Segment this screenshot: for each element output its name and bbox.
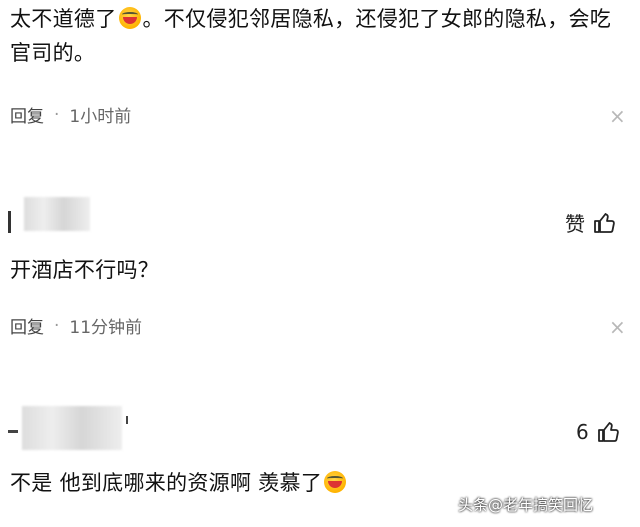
like-button[interactable]: 赞: [565, 208, 617, 237]
close-icon[interactable]: ×: [609, 106, 626, 126]
separator-dot: ·: [54, 104, 60, 125]
thumbs-up-icon: [597, 422, 619, 442]
avatar: [8, 197, 90, 233]
comment-3-text-main: 不是 他到底哪来的资源啊 羡慕了: [10, 471, 323, 495]
comment-time: 1小时前: [69, 107, 132, 127]
comment-2-meta: 回复 · 11分钟前: [10, 313, 143, 339]
avatar: [8, 406, 138, 450]
reply-button[interactable]: 回复: [10, 313, 44, 338]
thumbs-up-icon: [594, 212, 615, 233]
comment-2-text: 开酒店不行吗？: [10, 258, 160, 282]
comment-3-text: 不是 他到底哪来的资源啊 羡慕了: [10, 466, 348, 500]
watermark: 头条@老年搞笑回忆: [458, 496, 594, 514]
like-count: 6: [576, 420, 589, 444]
laughing-crying-emoji-icon: [324, 471, 347, 493]
laughing-crying-emoji-icon: [118, 7, 141, 29]
comment-1-meta: 回复 · 1小时前: [10, 102, 132, 128]
like-button[interactable]: 6: [576, 420, 621, 444]
reply-button[interactable]: 回复: [10, 102, 44, 127]
separator-dot: ·: [54, 315, 60, 336]
comment-1-text-part1: 太不道德了: [10, 7, 117, 31]
comment-1-text: 太不道德了 。不仅侵犯邻居隐私，还侵犯了女郎的隐私，会吃官司的。: [10, 2, 630, 70]
like-label: 赞: [565, 212, 585, 236]
comment-time: 11分钟前: [69, 318, 143, 338]
close-icon[interactable]: ×: [609, 317, 626, 337]
